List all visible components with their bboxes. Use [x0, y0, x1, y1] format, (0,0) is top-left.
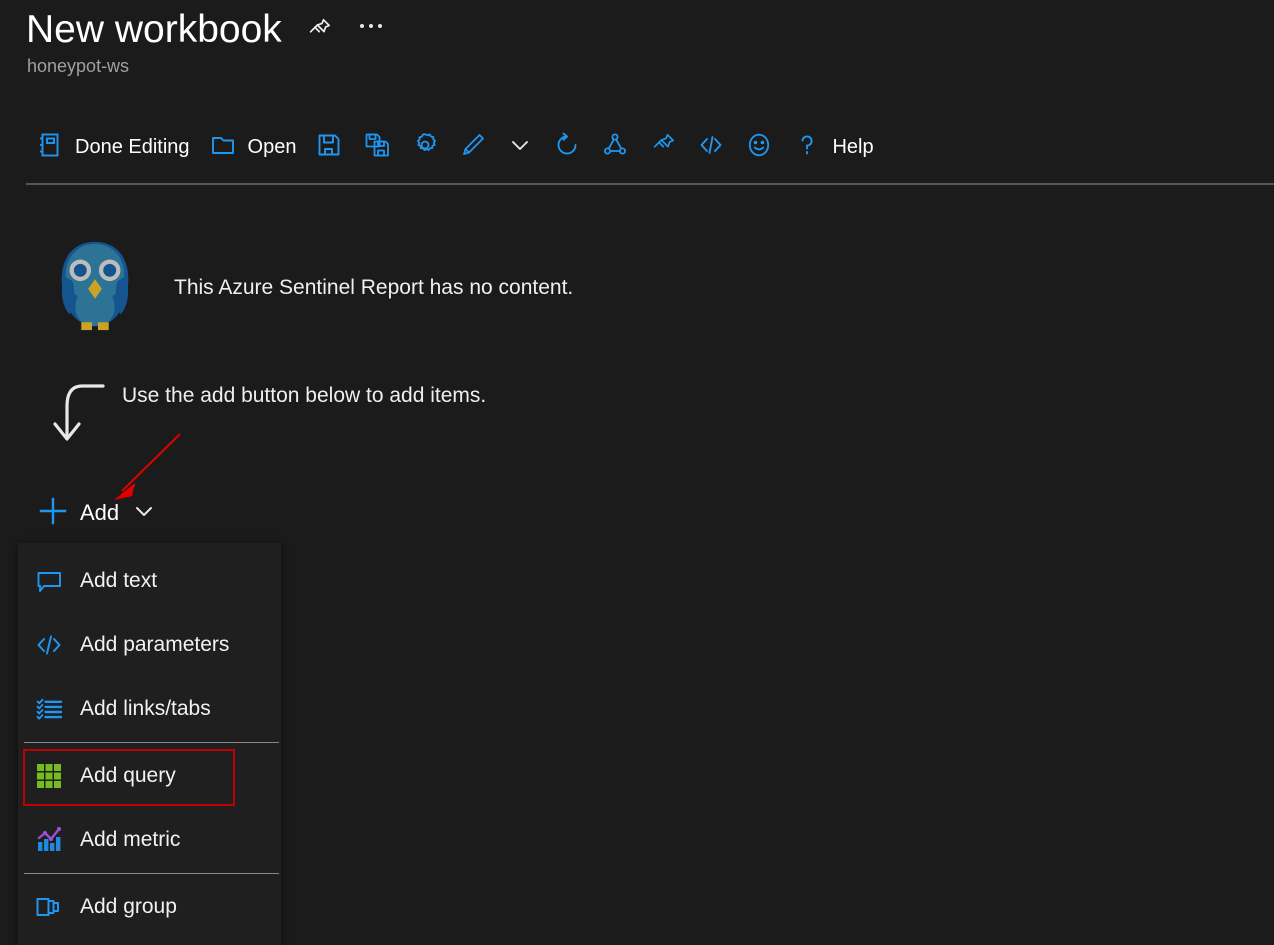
add-menu: Add text Add parameters Add links/tabs A… [18, 543, 281, 945]
menu-item-add-links-tabs[interactable]: Add links/tabs [18, 677, 281, 741]
ellipsis-icon[interactable] [356, 18, 386, 42]
workbook-editor-page: New workbook honeypot-ws Done Editing Op… [0, 0, 1274, 945]
chevron-down-icon[interactable] [129, 496, 159, 531]
toolbar-item-label: Done Editing [75, 136, 190, 158]
toolbar-code-button[interactable] [687, 124, 735, 170]
curved-down-arrow-icon [46, 378, 108, 453]
grid-icon [34, 761, 64, 791]
code-icon [696, 130, 726, 165]
gear-icon [410, 130, 440, 165]
menu-item-label: Add query [80, 764, 176, 787]
menu-separator [24, 742, 279, 743]
pin-icon [648, 130, 678, 165]
chevron-down-icon [506, 131, 534, 164]
empty-state-message: This Azure Sentinel Report has no conten… [174, 275, 574, 299]
question-mark-icon [792, 130, 822, 165]
smiley-icon [744, 130, 774, 165]
toolbar-item-label: Help [832, 136, 874, 158]
group-panels-icon [34, 892, 64, 922]
menu-item-add-query[interactable]: Add query [18, 744, 281, 808]
title-row: New workbook [0, 0, 1274, 54]
toolbar-save-button[interactable] [305, 124, 353, 170]
chart-metric-icon [34, 825, 64, 855]
add-button-label: Add [80, 500, 120, 525]
toolbar-edit-dropdown-button[interactable] [497, 124, 543, 170]
menu-item-label: Add group [80, 895, 177, 918]
toolbar-done-editing-button[interactable]: Done Editing [26, 124, 199, 170]
owl-icon [46, 236, 144, 339]
page-title: New workbook [26, 8, 282, 51]
comment-bubble-icon [34, 566, 64, 596]
plus-icon [36, 494, 70, 533]
toolbar-item-label: Open [247, 136, 297, 158]
code-icon [34, 630, 64, 660]
toolbar-pin-button[interactable] [639, 124, 687, 170]
pencil-icon [458, 130, 488, 165]
menu-item-label: Add text [80, 569, 158, 592]
open-folder-icon [208, 130, 238, 165]
pin-icon[interactable] [304, 15, 334, 45]
ellipsis-dot [359, 24, 364, 28]
menu-item-label: Add parameters [80, 633, 230, 656]
toolbar-refresh-button[interactable] [543, 124, 591, 170]
menu-item-label: Add links/tabs [80, 697, 211, 720]
share-icon [600, 130, 630, 165]
menu-separator [24, 873, 279, 874]
ellipsis-dot [368, 24, 373, 28]
toolbar-settings-button[interactable] [401, 124, 449, 170]
edit-done-icon [35, 130, 65, 165]
empty-state-hint: Use the add button below to add items. [122, 384, 487, 407]
toolbar-feedback-button[interactable] [735, 124, 783, 170]
save-as-icon [362, 130, 392, 165]
refresh-icon [552, 130, 582, 165]
page-header: New workbook honeypot-ws [0, 0, 1274, 78]
toolbar-edit-pencil-button[interactable] [449, 124, 497, 170]
toolbar-open-button[interactable]: Open [199, 124, 306, 170]
menu-item-add-parameters[interactable]: Add parameters [18, 613, 281, 677]
workspace-subtitle: honeypot-ws [27, 56, 130, 76]
checklist-icon [34, 694, 64, 724]
empty-state-hint-row: Use the add button below to add items. [46, 378, 486, 453]
editor-toolbar: Done Editing Open Help [26, 118, 883, 176]
menu-item-add-text[interactable]: Add text [18, 549, 281, 613]
add-button[interactable]: Add [30, 490, 165, 536]
menu-item-label: Add metric [80, 828, 181, 851]
toolbar-help-button[interactable]: Help [783, 124, 882, 170]
ellipsis-dot [377, 24, 382, 28]
save-icon [314, 130, 344, 165]
menu-item-add-metric[interactable]: Add metric [18, 808, 281, 872]
toolbar-divider [26, 183, 1274, 185]
menu-item-add-group[interactable]: Add group [18, 875, 281, 939]
toolbar-save-as-button[interactable] [353, 124, 401, 170]
toolbar-share-button[interactable] [591, 124, 639, 170]
empty-state-row: This Azure Sentinel Report has no conten… [46, 236, 573, 339]
